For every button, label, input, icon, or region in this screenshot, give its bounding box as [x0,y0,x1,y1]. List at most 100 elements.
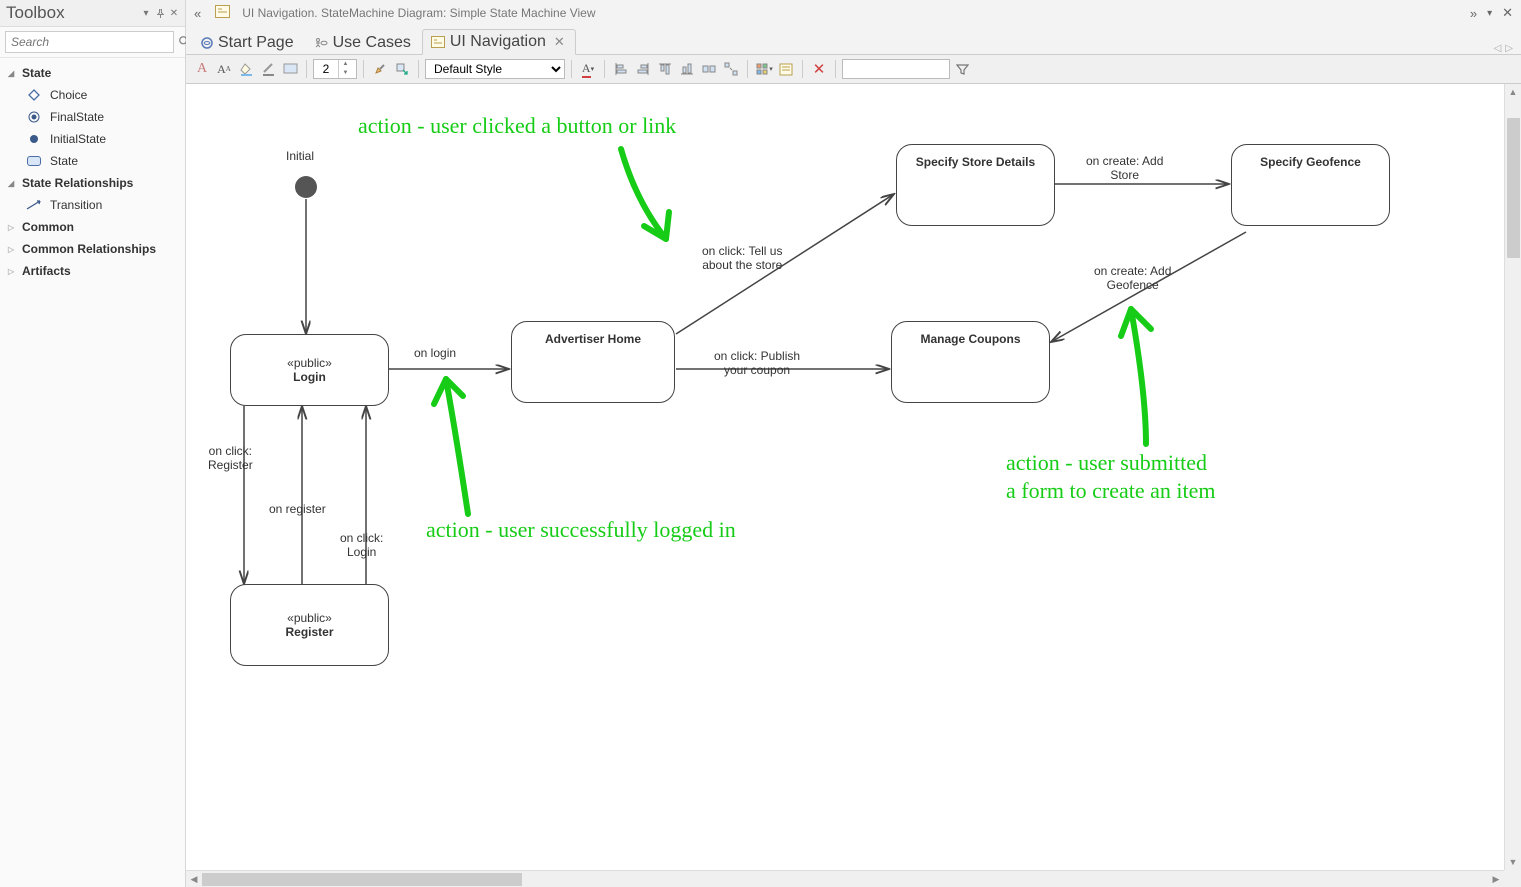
scroll-up-icon[interactable]: ▲ [1505,84,1521,100]
toolbox-search-row: 𝜌 [0,27,185,58]
trans-tell-store: on click: Tell us about the store [702,244,782,273]
vertical-scrollbar[interactable]: ▲ ▼ [1504,84,1521,870]
same-size-icon[interactable] [699,59,719,79]
align-right-icon[interactable] [633,59,653,79]
trans-add-store: on create: Add Store [1086,154,1163,183]
state-adv-home[interactable]: Advertiser Home [511,321,675,403]
properties-icon[interactable] [776,59,796,79]
group-common[interactable]: ▷Common [0,216,185,238]
item-finalstate[interactable]: FinalState [0,106,185,128]
state-name: Register [285,625,333,639]
spin-down-icon[interactable]: ▼ [338,69,352,78]
state-name: Specify Store Details [916,155,1035,169]
state-geofence[interactable]: Specify Geofence [1231,144,1390,226]
toolbox-title: Toolbox [6,3,65,23]
search-input[interactable] [5,31,174,53]
item-label: FinalState [50,110,104,124]
tab-prev-icon[interactable]: ◁ [1494,43,1502,54]
filter-icon[interactable] [952,59,972,79]
diagram-icon[interactable] [213,5,232,21]
align-bottom-icon[interactable] [677,59,697,79]
scroll-right-icon[interactable]: ▶ [1488,874,1504,885]
state-name: Login [293,370,326,384]
line-width-stepper[interactable]: ▲▼ [313,59,357,79]
stereotype: «public» [287,611,332,625]
trans-click-login: on click: Login [340,531,383,560]
trans-click-register: on click: Register [208,444,253,473]
diagram-icon [431,35,446,50]
initialstate-icon [26,131,42,147]
filter-input[interactable] [842,59,950,79]
tab-close-icon[interactable]: ✕ [554,34,565,50]
group-label: State [22,66,51,80]
scroll-left-icon[interactable]: ◀ [186,874,202,885]
line-color-icon[interactable] [258,59,278,79]
gradient-icon[interactable] [280,59,300,79]
chevron-down-icon[interactable]: ▾ [1485,8,1494,19]
state-name: Specify Geofence [1260,155,1361,169]
tab-usecases[interactable]: Use Cases [305,30,422,55]
align-left-icon[interactable] [611,59,631,79]
pin-icon[interactable] [155,8,165,18]
horizontal-scrollbar[interactable]: ◀ ▶ [186,870,1504,887]
initial-state-node[interactable] [295,176,317,198]
tab-uinavigation[interactable]: UI Navigation ✕ [422,29,576,55]
scroll-thumb[interactable] [1507,118,1520,258]
state-coupons[interactable]: Manage Coupons [891,321,1050,403]
apply-style-icon[interactable] [392,59,412,79]
diagram-toolbar: A AA ▲▼ Default Style A▾ ▾ ✕ [186,54,1521,84]
font-color-icon[interactable]: A▾ [578,59,598,79]
state-login[interactable]: «public» Login [230,334,389,406]
scroll-corner [1504,870,1521,887]
trans-add-geofence: on create: Add Geofence [1094,264,1171,293]
spin-up-icon[interactable]: ▲ [338,60,352,69]
tab-startpage[interactable]: Start Page [190,30,305,55]
state-register[interactable]: «public» Register [230,584,389,666]
align-top-icon[interactable] [655,59,675,79]
initial-label: Initial [286,149,314,163]
font-a-icon[interactable]: A [192,59,212,79]
forward-double-icon[interactable]: » [1468,6,1479,21]
delete-icon[interactable]: ✕ [809,59,829,79]
item-state[interactable]: State [0,150,185,172]
title-bar: « UI Navigation. StateMachine Diagram: S… [186,0,1521,26]
annotation-loggedin: action - user successfully logged in [426,516,736,544]
transition-icon [26,197,42,213]
group-label: State Relationships [22,176,133,190]
trans-onlogin: on login [414,346,456,360]
tab-label: UI Navigation [450,33,546,51]
trans-publish-coupon: on click: Publish your coupon [714,349,800,378]
item-transition[interactable]: Transition [0,194,185,216]
tab-next-icon[interactable]: ▷ [1505,43,1513,54]
line-width-input[interactable] [314,62,338,76]
home-icon [199,36,214,51]
item-label: Choice [50,88,87,102]
main-area: « UI Navigation. StateMachine Diagram: S… [186,0,1521,887]
item-choice[interactable]: Choice [0,84,185,106]
group-state[interactable]: ◢State [0,62,185,84]
font-size-icon[interactable]: AA [214,59,234,79]
group-state-rel[interactable]: ◢State Relationships [0,172,185,194]
diagram-canvas[interactable]: Initial «public» Login «public» Register… [186,84,1424,874]
trans-onregister: on register [269,502,326,516]
style-select[interactable]: Default Style [425,59,565,79]
paintbrush-icon[interactable] [370,59,390,79]
fill-color-icon[interactable] [236,59,256,79]
group-label: Common Relationships [22,242,156,256]
chevron-down-icon[interactable]: ▾ [141,8,151,18]
toolbox-tree: ◢State Choice FinalState InitialState St… [0,58,185,286]
usecase-icon [314,36,329,51]
space-evenly-icon[interactable] [721,59,741,79]
group-common-rel[interactable]: ▷Common Relationships [0,238,185,260]
close-icon[interactable]: ✕ [169,8,179,18]
title-path: UI Navigation. StateMachine Diagram: Sim… [242,6,595,20]
scroll-down-icon[interactable]: ▼ [1505,854,1521,870]
group-artifacts[interactable]: ▷Artifacts [0,260,185,282]
appearance-icon[interactable]: ▾ [754,59,774,79]
back-double-icon[interactable]: « [192,6,203,21]
state-store-details[interactable]: Specify Store Details [896,144,1055,226]
close-icon[interactable]: ✕ [1500,5,1515,21]
scroll-thumb[interactable] [202,873,522,886]
annotation-submitted: action - user submitted a form to create… [1006,449,1216,504]
item-initialstate[interactable]: InitialState [0,128,185,150]
